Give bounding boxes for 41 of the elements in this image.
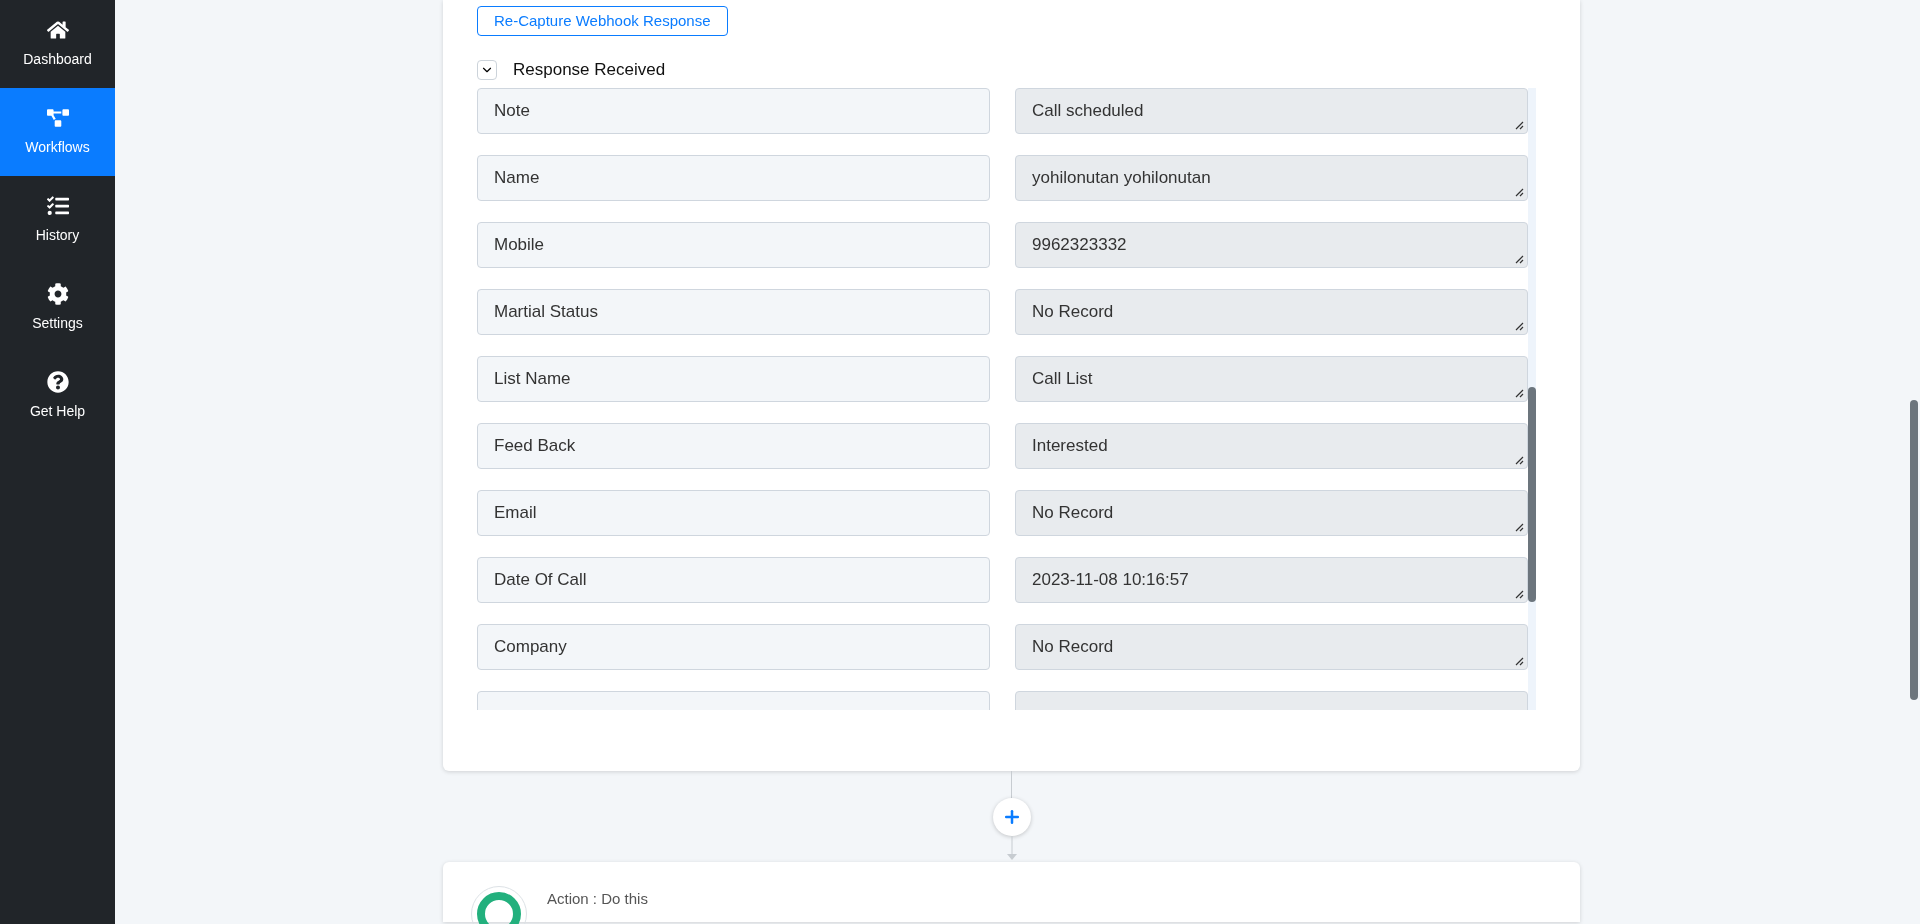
resize-handle-icon [1515,255,1524,264]
field-label-box: Feed Back [477,423,990,469]
help-icon [46,370,69,393]
field-label-box: Martial Status [477,289,990,335]
add-step-button[interactable] [992,798,1031,836]
field-label-box: Date Of Call [477,557,990,603]
field-label-box: List Name [477,356,990,402]
value-field[interactable]: 9962323332 [1015,222,1528,268]
field-label-box: Company [477,624,990,670]
value-field[interactable]: No Record [1015,624,1528,670]
field-label-box: Name [477,155,990,201]
settings-icon [46,282,69,305]
field-label-box: Email [477,490,990,536]
home-icon [46,18,69,41]
resize-handle-icon [1515,121,1524,130]
page-scrollbar-thumb[interactable] [1910,400,1918,700]
workflow-icon [46,106,69,129]
field-label-box: Note [477,88,990,134]
resize-handle-icon [1515,657,1524,666]
resize-handle-icon [1515,456,1524,465]
resize-handle-icon [1515,389,1524,398]
resize-handle-icon [1515,523,1524,532]
connector-arrow [1005,836,1018,862]
resize-handle-icon [1515,188,1524,197]
value-field[interactable]: Call scheduled [1015,88,1528,134]
value-field[interactable]: 2023-11-08 10:16:57 [1015,557,1528,603]
value-field[interactable]: Call List [1015,356,1528,402]
action-title: Action : Do this [547,889,648,909]
sidebar-item[interactable]: Workflows [0,88,115,176]
value-field[interactable]: Interested [1015,423,1528,469]
recapture-button[interactable]: Re-Capture Webhook Response [477,6,728,36]
scrollbar-thumb[interactable] [1528,387,1536,602]
checklist-icon [46,194,69,217]
value-field[interactable]: No Record [1015,490,1528,536]
collapse-toggle[interactable] [477,60,497,80]
value-field[interactable]: No Record [1015,289,1528,335]
field-label-box: Mobile [477,222,990,268]
value-field[interactable]: yohilonutan yohilonutan [1015,155,1528,201]
resize-handle-icon [1515,322,1524,331]
resize-handle-icon [1515,590,1524,599]
section-title: Response Received [513,59,666,82]
